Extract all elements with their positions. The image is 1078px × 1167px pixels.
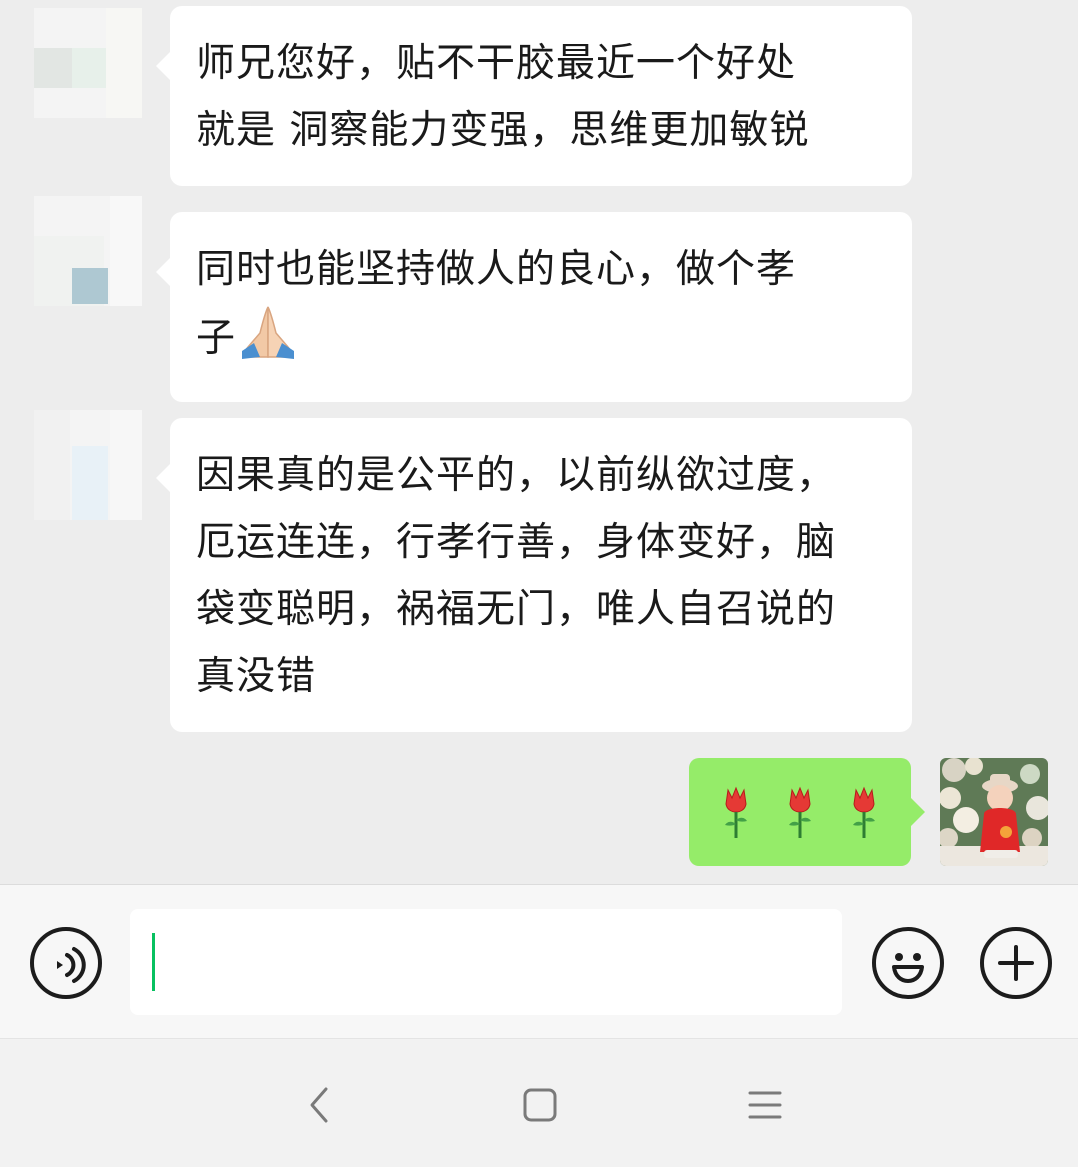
- sender-avatar[interactable]: [34, 196, 142, 306]
- chat-input-bar: [0, 884, 1078, 1038]
- voice-input-button[interactable]: [30, 927, 102, 999]
- message-text: 师兄您好，贴不干胶最近一个好处 就是 洞察能力变强，思维更加敏锐: [196, 41, 810, 153]
- wechat-chat-screen: 师兄您好，贴不干胶最近一个好处 就是 洞察能力变强，思维更加敏锐 同时也能坚持做…: [0, 0, 1078, 1167]
- incoming-message-bubble[interactable]: 因果真的是公平的，以前纵欲过度， 厄运连连，行孝行善，身体变好，脑 袋变聪明，祸…: [156, 418, 912, 732]
- sender-avatar[interactable]: [34, 8, 142, 118]
- message-text: 因果真的是公平的，以前纵欲过度， 厄运连连，行孝行善，身体变好，脑 袋变聪明，祸…: [196, 453, 837, 699]
- rose-icon: [789, 786, 811, 838]
- system-navigation-bar: [0, 1038, 1078, 1167]
- chat-message-list[interactable]: 师兄您好，贴不干胶最近一个好处 就是 洞察能力变强，思维更加敏锐 同时也能坚持做…: [0, 0, 1078, 884]
- text-caret: [152, 933, 155, 991]
- nav-back-button[interactable]: [298, 1085, 342, 1125]
- home-square-icon: [523, 1088, 557, 1122]
- more-options-button[interactable]: [980, 927, 1052, 999]
- voice-input-icon: [57, 947, 86, 983]
- back-chevron-icon: [310, 1087, 328, 1123]
- sender-avatar[interactable]: [34, 410, 142, 520]
- plus-icon: [998, 945, 1034, 981]
- rose-icon: [725, 786, 747, 838]
- incoming-message-bubble[interactable]: 师兄您好，贴不干胶最近一个好处 就是 洞察能力变强，思维更加敏锐: [156, 6, 912, 186]
- praying-hands-icon: [238, 303, 298, 380]
- emoji-button[interactable]: [872, 927, 944, 999]
- nav-menu-button[interactable]: [744, 1085, 788, 1125]
- message-input[interactable]: [130, 909, 842, 1015]
- nav-home-button[interactable]: [518, 1085, 562, 1125]
- emoji-icon: [892, 953, 924, 983]
- self-avatar[interactable]: [940, 758, 1048, 866]
- outgoing-message-bubble[interactable]: [689, 758, 925, 866]
- menu-lines-icon: [748, 1091, 782, 1119]
- rose-icon: [853, 786, 875, 838]
- incoming-message-bubble[interactable]: 同时也能坚持做人的良心，做个孝 子: [156, 212, 912, 402]
